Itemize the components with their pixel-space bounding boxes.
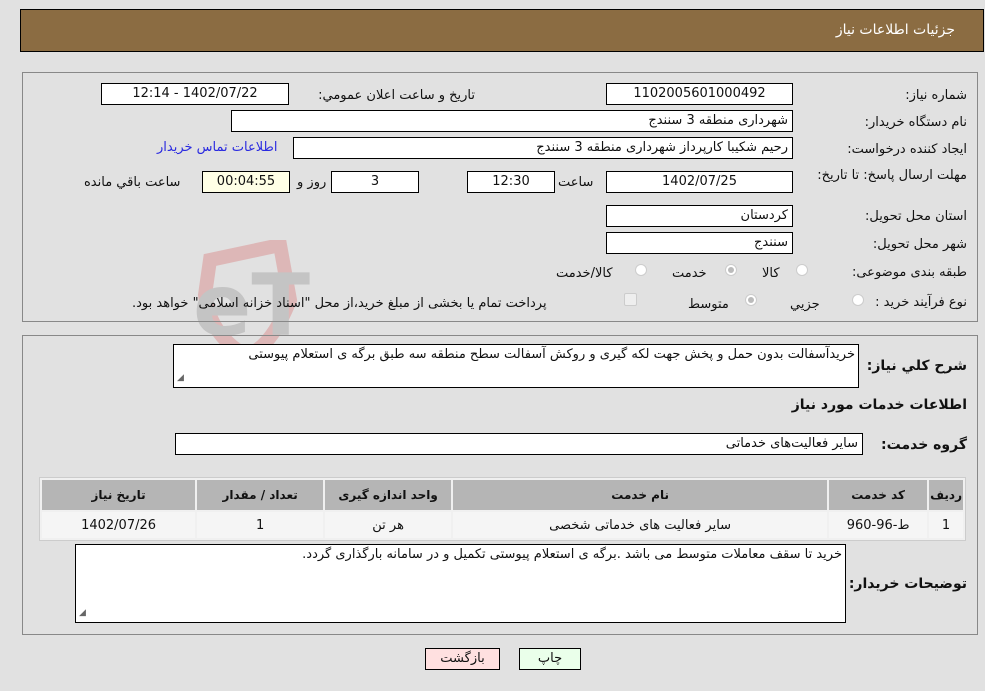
services-section-title: اطلاعات خدمات مورد نیاز [791, 397, 967, 413]
announce-datetime-label: تاریخ و ساعت اعلان عمومي: [318, 88, 475, 103]
deadline-label: مهلت ارسال پاسخ: تا تاریخ: [817, 168, 967, 183]
category-radio-goods[interactable] [796, 264, 808, 276]
deadline-date-field: 1402/07/25 [606, 171, 793, 193]
category-option-service: خدمت [672, 266, 707, 281]
page-title: جزئیات اطلاعات نیاز [835, 22, 955, 38]
buyer-notes-textarea[interactable]: خرید تا سقف معاملات متوسط می باشد .برگه … [75, 544, 846, 623]
cell-service-code: ط-96-960 [829, 512, 928, 538]
col-header-service-name: نام خدمت [453, 480, 828, 510]
buyer-org-field: شهرداری منطقه 3 سنندج [231, 110, 793, 132]
process-option-medium: متوسط [688, 297, 729, 312]
days-label: روز و [297, 175, 327, 190]
city-field: سنندج [606, 232, 793, 254]
col-header-quantity: تعداد / مقدار [197, 480, 324, 510]
table-header-row: ردیف کد خدمت نام خدمت واحد اندازه گیری ت… [42, 480, 963, 510]
cell-quantity: 1 [197, 512, 324, 538]
col-header-service-code: کد خدمت [829, 480, 928, 510]
buyer-contact-link[interactable]: اطلاعات تماس خریدار [157, 140, 277, 155]
requester-label: ایجاد کننده درخواست: [847, 142, 967, 157]
description-textarea[interactable]: خریدآسفالت بدون حمل و پخش جهت لکه گیری و… [173, 344, 859, 388]
deadline-time-label: ساعت [558, 175, 594, 190]
province-label: استان محل تحویل: [865, 209, 967, 224]
city-label: شهر محل تحویل: [872, 237, 967, 252]
announce-datetime-field: 1402/07/22 - 12:14 [101, 83, 289, 105]
category-label: طبقه بندی موضوعی: [851, 265, 967, 280]
category-option-goods-service: کالا/خدمت [556, 266, 613, 281]
cell-unit: هر تن [325, 512, 452, 538]
cell-need-date: 1402/07/26 [42, 512, 196, 538]
category-option-goods: کالا [762, 266, 780, 281]
requester-field: رحیم شکیبا کارپرداز شهرداری منطقه 3 سنند… [293, 137, 793, 159]
deadline-time-field: 12:30 [467, 171, 555, 193]
service-group-field: سایر فعالیت‌های خدماتی [175, 433, 863, 455]
process-option-minor: جزيي [790, 297, 820, 312]
cell-row-number: 1 [929, 512, 963, 538]
resize-grip-icon[interactable]: ◢ [79, 605, 86, 621]
description-label: شرح کلي نیاز: [866, 358, 967, 374]
services-table: ردیف کد خدمت نام خدمت واحد اندازه گیری ت… [39, 477, 966, 541]
treasury-note: پرداخت تمام یا بخشی از مبلغ خرید،از محل … [132, 296, 547, 311]
print-button[interactable]: چاپ [519, 648, 581, 670]
need-number-label: شماره نیاز: [905, 88, 967, 103]
need-number-field: 1102005601000492 [606, 83, 793, 105]
resize-grip-icon[interactable]: ◢ [177, 370, 184, 386]
time-remaining-label: ساعت باقي مانده [84, 175, 181, 190]
back-button[interactable]: بازگشت [425, 648, 500, 670]
col-header-row-number: ردیف [929, 480, 963, 510]
time-remaining-field: 00:04:55 [202, 171, 290, 193]
process-radio-minor[interactable] [852, 294, 864, 306]
treasury-checkbox[interactable] [624, 293, 637, 306]
service-group-label: گروه خدمت: [881, 437, 967, 453]
description-text: خریدآسفالت بدون حمل و پخش جهت لکه گیری و… [248, 347, 855, 362]
buyer-org-label: نام دستگاه خریدار: [864, 115, 967, 130]
col-header-unit: واحد اندازه گیری [325, 480, 452, 510]
buyer-notes-text: خرید تا سقف معاملات متوسط می باشد .برگه … [302, 547, 842, 562]
cell-service-name: سایر فعالیت های خدماتی شخصی [453, 512, 828, 538]
province-field: کردستان [606, 205, 793, 227]
purchase-process-label: نوع فرآیند خرید : [875, 295, 967, 310]
col-header-need-date: تاریخ نیاز [42, 480, 196, 510]
table-row: 1 ط-96-960 سایر فعالیت های خدماتی شخصی ه… [42, 512, 963, 538]
page-header: جزئیات اطلاعات نیاز [20, 9, 984, 52]
days-remaining-field: 3 [331, 171, 419, 193]
process-radio-medium[interactable] [745, 294, 757, 306]
buyer-notes-label: توضیحات خریدار: [848, 576, 967, 592]
category-radio-goods-service[interactable] [635, 264, 647, 276]
category-radio-service[interactable] [725, 264, 737, 276]
